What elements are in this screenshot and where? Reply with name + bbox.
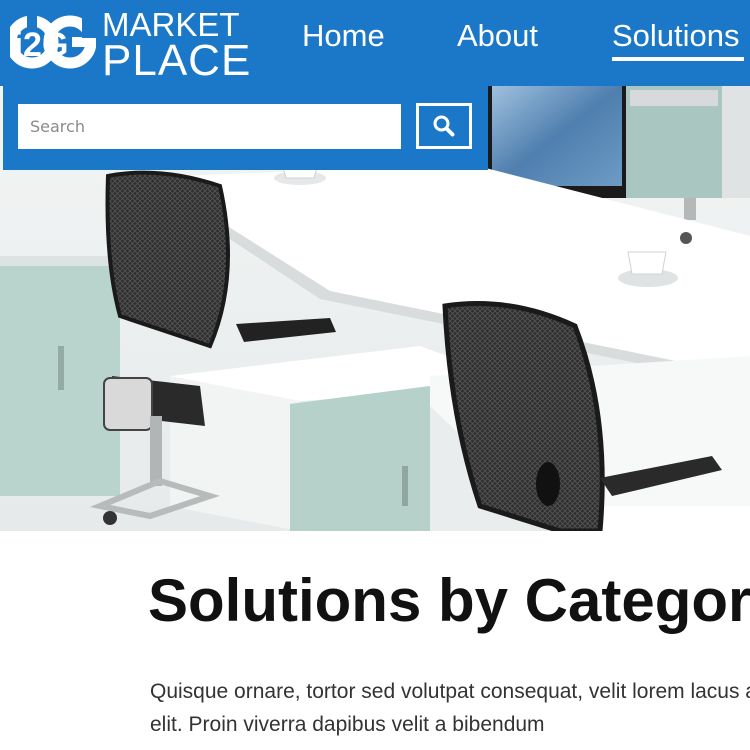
brand-logo[interactable]: i2G MARKET PLACE — [10, 6, 250, 83]
active-nav-indicator — [612, 57, 744, 61]
intro-paragraph: Quisque ornare, tortor sed volutpat cons… — [150, 680, 750, 736]
search-icon — [433, 115, 455, 137]
logo-mark-text: i2G — [14, 26, 69, 64]
page-title: Solutions by Category — [148, 567, 750, 634]
page: i2G MARKET PLACE Home About Solutions Se… — [0, 0, 750, 750]
logo-mark-icon: i2G — [10, 8, 96, 69]
nav-item-home[interactable]: Home — [302, 18, 385, 54]
nav-item-about[interactable]: About — [457, 18, 538, 54]
search-button[interactable] — [416, 103, 472, 149]
logo-line-2: PLACE — [102, 36, 252, 85]
search-input[interactable] — [18, 104, 401, 149]
top-navigation-bar: i2G MARKET PLACE Home About Solutions — [0, 0, 750, 86]
search-panel — [3, 86, 488, 170]
logo-wordmark: MARKET PLACE — [102, 6, 251, 83]
nav-item-solutions[interactable]: Solutions — [612, 18, 740, 54]
main-content: Solutions by Category Quisque ornare, to… — [0, 531, 750, 750]
